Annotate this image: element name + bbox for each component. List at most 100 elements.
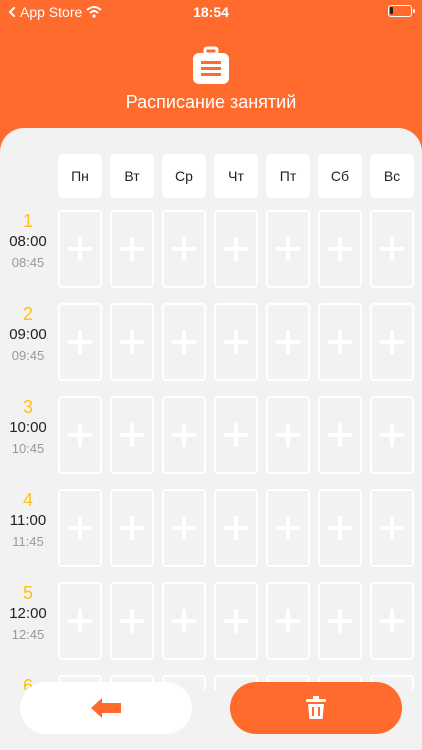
plus-icon bbox=[68, 609, 92, 633]
add-lesson-slot[interactable] bbox=[266, 582, 310, 660]
arrow-left-icon bbox=[91, 698, 121, 718]
add-lesson-slot[interactable] bbox=[318, 396, 362, 474]
plus-icon bbox=[68, 423, 92, 447]
plus-icon bbox=[172, 237, 196, 261]
add-lesson-slot[interactable] bbox=[110, 396, 154, 474]
delete-button[interactable] bbox=[230, 682, 402, 734]
lesson-start-time: 11:00 bbox=[9, 512, 47, 529]
plus-icon bbox=[380, 237, 404, 261]
add-lesson-slot[interactable] bbox=[214, 210, 258, 288]
add-lesson-slot[interactable] bbox=[58, 396, 102, 474]
lesson-end-time: 10:45 bbox=[11, 441, 45, 456]
lesson-end-time: 11:45 bbox=[12, 534, 44, 549]
day-header: Пн bbox=[58, 154, 102, 198]
add-lesson-slot[interactable] bbox=[58, 489, 102, 567]
plus-icon bbox=[120, 516, 144, 540]
plus-icon bbox=[276, 237, 300, 261]
plus-icon bbox=[172, 609, 196, 633]
plus-icon bbox=[276, 516, 300, 540]
schedule-panel: Пн Вт Ср Чт Пт Сб Вс 1 08:00 08:45 2 09:00 09:45 3 10… bbox=[0, 128, 422, 750]
plus-icon bbox=[224, 423, 248, 447]
add-lesson-slot[interactable] bbox=[58, 303, 102, 381]
lesson-time-label: 5 12:00 12:45 bbox=[0, 582, 56, 646]
battery-level bbox=[390, 7, 393, 14]
add-lesson-slot[interactable] bbox=[318, 303, 362, 381]
lesson-row: 4 11:00 11:45 bbox=[0, 489, 422, 571]
lesson-number: 3 bbox=[22, 397, 33, 417]
day-header: Ср bbox=[162, 154, 206, 198]
day-header: Пт bbox=[266, 154, 310, 198]
add-lesson-slot[interactable] bbox=[214, 303, 258, 381]
plus-icon bbox=[328, 516, 352, 540]
add-lesson-slot[interactable] bbox=[110, 210, 154, 288]
weekday-header: Пн Вт Ср Чт Пт Сб Вс bbox=[0, 154, 422, 200]
add-lesson-slot[interactable] bbox=[266, 210, 310, 288]
add-lesson-slot[interactable] bbox=[162, 582, 206, 660]
add-lesson-slot[interactable] bbox=[162, 303, 206, 381]
add-lesson-slot[interactable] bbox=[318, 582, 362, 660]
add-lesson-slot[interactable] bbox=[214, 489, 258, 567]
lesson-start-time: 08:00 bbox=[9, 233, 47, 250]
add-lesson-slot[interactable] bbox=[58, 210, 102, 288]
lesson-start-time: 12:00 bbox=[9, 605, 47, 622]
add-lesson-slot[interactable] bbox=[370, 396, 414, 474]
add-lesson-slot[interactable] bbox=[214, 582, 258, 660]
plus-icon bbox=[68, 516, 92, 540]
lesson-time-label: 4 11:00 11:45 bbox=[0, 489, 56, 553]
add-lesson-slot[interactable] bbox=[162, 210, 206, 288]
add-lesson-slot[interactable] bbox=[162, 489, 206, 567]
plus-icon bbox=[120, 330, 144, 354]
day-header: Чт bbox=[214, 154, 258, 198]
add-lesson-slot[interactable] bbox=[266, 396, 310, 474]
plus-icon bbox=[224, 609, 248, 633]
lesson-end-time: 12:45 bbox=[11, 627, 45, 642]
add-lesson-slot[interactable] bbox=[370, 489, 414, 567]
lesson-number: 4 bbox=[22, 490, 33, 510]
day-header: Сб bbox=[318, 154, 362, 198]
plus-icon bbox=[224, 516, 248, 540]
back-button[interactable] bbox=[20, 682, 192, 734]
plus-icon bbox=[224, 237, 248, 261]
plus-icon bbox=[380, 423, 404, 447]
add-lesson-slot[interactable] bbox=[110, 489, 154, 567]
schedule-briefcase-icon bbox=[193, 46, 229, 84]
lesson-number: 5 bbox=[22, 583, 33, 603]
add-lesson-slot[interactable] bbox=[110, 303, 154, 381]
lesson-time-label: 1 08:00 08:45 bbox=[0, 210, 56, 274]
add-lesson-slot[interactable] bbox=[266, 489, 310, 567]
plus-icon bbox=[276, 609, 300, 633]
add-lesson-slot[interactable] bbox=[266, 303, 310, 381]
plus-icon bbox=[172, 516, 196, 540]
lesson-end-time: 08:45 bbox=[11, 255, 45, 270]
add-lesson-slot[interactable] bbox=[110, 582, 154, 660]
lesson-row: 3 10:00 10:45 bbox=[0, 396, 422, 478]
plus-icon bbox=[68, 330, 92, 354]
lesson-time-label: 3 10:00 10:45 bbox=[0, 396, 56, 460]
plus-icon bbox=[224, 330, 248, 354]
plus-icon bbox=[120, 609, 144, 633]
plus-icon bbox=[172, 423, 196, 447]
add-lesson-slot[interactable] bbox=[214, 396, 258, 474]
plus-icon bbox=[120, 237, 144, 261]
add-lesson-slot[interactable] bbox=[370, 303, 414, 381]
plus-icon bbox=[172, 330, 196, 354]
bottom-action-bar bbox=[0, 682, 422, 750]
lesson-start-time: 09:00 bbox=[9, 326, 47, 343]
plus-icon bbox=[276, 330, 300, 354]
lesson-start-time: 10:00 bbox=[9, 419, 47, 436]
day-header: Вт bbox=[110, 154, 154, 198]
plus-icon bbox=[68, 237, 92, 261]
plus-icon bbox=[328, 423, 352, 447]
plus-icon bbox=[328, 237, 352, 261]
plus-icon bbox=[120, 423, 144, 447]
page-title: Расписание занятий bbox=[125, 92, 297, 112]
lesson-row: 1 08:00 08:45 bbox=[0, 210, 422, 292]
add-lesson-slot[interactable] bbox=[370, 210, 414, 288]
add-lesson-slot[interactable] bbox=[370, 582, 414, 660]
add-lesson-slot[interactable] bbox=[318, 489, 362, 567]
add-lesson-slot[interactable] bbox=[162, 396, 206, 474]
add-lesson-slot[interactable] bbox=[318, 210, 362, 288]
plus-icon bbox=[380, 516, 404, 540]
plus-icon bbox=[380, 330, 404, 354]
add-lesson-slot[interactable] bbox=[58, 582, 102, 660]
